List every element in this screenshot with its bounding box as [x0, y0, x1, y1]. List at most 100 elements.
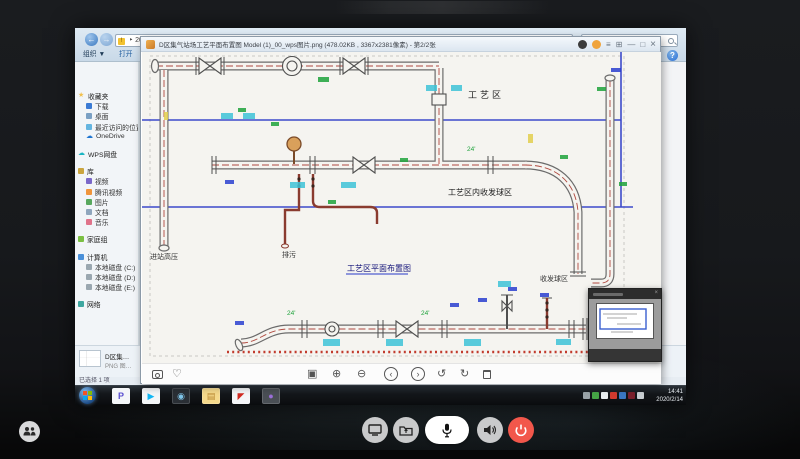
- close-button[interactable]: ×: [650, 39, 656, 50]
- sidebar-item-icon: ★: [78, 93, 85, 99]
- fit-view-icon[interactable]: ▣: [307, 367, 317, 382]
- microphone-icon: [442, 423, 452, 438]
- sidebar-item[interactable]: 最近访问的位置: [75, 122, 138, 132]
- tray-icon[interactable]: [637, 392, 644, 399]
- pipe-caps: [152, 60, 616, 352]
- elbow-fitting: [287, 137, 301, 151]
- back-icon[interactable]: ←: [85, 33, 98, 46]
- participants-icon: [23, 426, 36, 437]
- sidebar-item-label: 腾讯视频: [95, 187, 122, 197]
- sidebar-item[interactable]: 本地磁盘 (E:): [75, 282, 138, 292]
- favorite-heart-icon[interactable]: ♡: [172, 367, 182, 382]
- sidebar-item-icon: [86, 189, 92, 195]
- region-boundary-lines: [142, 52, 633, 207]
- sidebar-item[interactable]: ★收藏夹: [75, 91, 138, 101]
- viewer-title: D区集气站场工艺平面布置图 Model (1)_00_wps图片.png (47…: [159, 39, 559, 49]
- tray-icon[interactable]: [628, 392, 635, 399]
- sidebar-item-icon: [86, 284, 92, 290]
- rotate-right-icon[interactable]: ↻: [460, 367, 469, 382]
- zoom-out-icon[interactable]: ⊖: [357, 367, 366, 382]
- tray-icon[interactable]: [610, 392, 617, 399]
- sidebar-item-label: 库: [87, 166, 94, 176]
- taskbar-app-wps[interactable]: P: [112, 388, 130, 404]
- sidebar-item[interactable]: 计算机: [75, 251, 138, 261]
- explorer-sidebar: ★收藏夹下载桌面最近访问的位置☁OneDrive ☁WPS网盘库视频腾讯视频图片文…: [75, 62, 139, 345]
- taskbar-app-qq-browser[interactable]: ◉: [172, 388, 190, 404]
- next-image-button[interactable]: ›: [411, 367, 425, 381]
- open-button[interactable]: 打开: [119, 48, 133, 62]
- fullscreen-icon[interactable]: ⊞: [616, 40, 623, 49]
- sidebar-item[interactable]: ☁OneDrive: [75, 132, 138, 142]
- taskbar-app-player-red[interactable]: ◤: [232, 388, 250, 404]
- tray-icon[interactable]: [619, 392, 626, 399]
- start-button[interactable]: [79, 387, 96, 404]
- sidebar-item[interactable]: 文档: [75, 207, 138, 217]
- sidebar-item-label: 桌面: [95, 111, 109, 121]
- power-icon: [515, 424, 527, 437]
- tray-icon[interactable]: [583, 392, 590, 399]
- magnifier-panel[interactable]: ×: [588, 288, 662, 362]
- sidebar-item-label: 本地磁盘 (D:): [95, 272, 135, 282]
- clock-date: 2020/2/14: [656, 396, 683, 404]
- rotate-left-icon[interactable]: ↺: [437, 367, 446, 382]
- camera-button[interactable]: [362, 417, 388, 443]
- sidebar-item[interactable]: 下载: [75, 101, 138, 111]
- forward-icon[interactable]: →: [100, 33, 113, 46]
- zoom-in-icon[interactable]: ⊕: [332, 367, 341, 382]
- speaker-button[interactable]: [477, 417, 503, 443]
- taskbar-app-app-purple[interactable]: ●: [262, 388, 280, 404]
- share-screen-button[interactable]: [393, 417, 419, 443]
- label-pig-area: 工艺区内收发球区: [448, 187, 512, 197]
- sidebar-item-label: OneDrive: [96, 133, 125, 140]
- magnifier-close-icon[interactable]: ×: [654, 290, 658, 296]
- magnifier-footer: [589, 349, 661, 361]
- taskbar-app-tencent-video[interactable]: ▶: [142, 388, 160, 404]
- sidebar-item[interactable]: 家庭组: [75, 234, 138, 244]
- sidebar-item[interactable]: 库: [75, 166, 138, 176]
- sidebar-item[interactable]: ☁WPS网盘: [75, 149, 138, 159]
- sidebar-item[interactable]: 本地磁盘 (D:): [75, 272, 138, 282]
- tray-icon[interactable]: [592, 392, 599, 399]
- minimize-button[interactable]: —: [627, 40, 635, 49]
- sidebar-item-icon: [86, 274, 92, 280]
- delete-icon[interactable]: [483, 370, 491, 379]
- menu-icon[interactable]: ≡: [606, 40, 611, 49]
- taskbar-app-file-explorer[interactable]: ▤: [202, 388, 220, 404]
- magnifier-preview: [596, 303, 654, 339]
- sidebar-item[interactable]: 网络: [75, 299, 138, 309]
- maximize-button[interactable]: □: [640, 40, 645, 49]
- viewer-titlebar[interactable]: D区集气站场工艺平面布置图 Model (1)_00_wps图片.png (47…: [141, 37, 660, 52]
- clock-time: 14:41: [656, 388, 683, 396]
- sidebar-item-icon: [86, 178, 92, 184]
- sidebar-item[interactable]: 音乐: [75, 217, 138, 227]
- participants-button[interactable]: [19, 421, 40, 442]
- label-drain: 排污: [282, 250, 296, 259]
- help-icon[interactable]: ?: [667, 50, 678, 61]
- sidebar-item-label: 网络: [87, 299, 101, 309]
- drawing-canvas[interactable]: 24'24'24' 工艺区 工艺区内收发球区 进站高压 排污 收发球区 工艺区平…: [142, 52, 661, 363]
- magnifier-titlebar[interactable]: ×: [589, 289, 661, 299]
- previous-image-button[interactable]: ‹: [384, 367, 398, 381]
- sidebar-item-icon: [86, 209, 92, 215]
- sidebar-item-label: 计算机: [87, 252, 107, 262]
- tray-icon[interactable]: [601, 392, 608, 399]
- organize-button[interactable]: 组织 ▼: [83, 48, 105, 62]
- sidebar-item[interactable]: 腾讯视频: [75, 187, 138, 197]
- notice-badge-icon[interactable]: [592, 40, 601, 49]
- copy-image-icon[interactable]: [152, 370, 163, 379]
- sidebar-item-label: 收藏夹: [88, 91, 108, 101]
- label-inlet: 进站高压: [150, 252, 178, 261]
- sidebar-item-label: 本地磁盘 (C:): [95, 262, 135, 272]
- end-call-button[interactable]: [508, 417, 534, 443]
- pipes: [156, 66, 610, 343]
- sidebar-item[interactable]: 桌面: [75, 111, 138, 121]
- taskbar-clock[interactable]: 14:41 2020/2/14: [656, 388, 683, 404]
- sidebar-item[interactable]: 视频: [75, 176, 138, 186]
- sidebar-item-label: 家庭组: [87, 234, 107, 244]
- sidebar-item[interactable]: 本地磁盘 (C:): [75, 262, 138, 272]
- warning-icon: !: [118, 38, 125, 45]
- microphone-button[interactable]: [425, 416, 469, 444]
- speaker-icon: [483, 424, 497, 436]
- app-badge-icon[interactable]: [578, 40, 587, 49]
- sidebar-item[interactable]: 图片: [75, 197, 138, 207]
